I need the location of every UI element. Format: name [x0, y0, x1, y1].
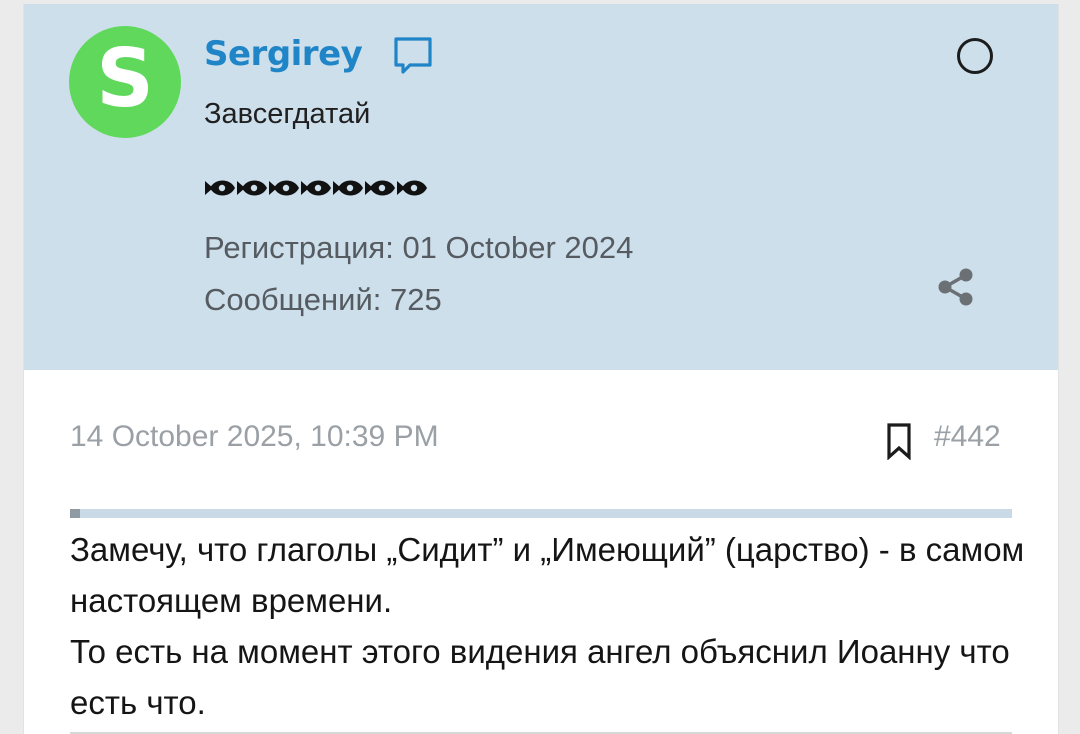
user-title: Завсегдатай [204, 98, 371, 130]
select-post-checkbox[interactable] [957, 38, 993, 74]
fish-icon [205, 180, 235, 196]
user-info-panel: S Sergirey Завсегдатай Регистрация: 01 O… [24, 4, 1058, 370]
post-body: Замечу, что глаголы „Сидит” и „Имеющий” … [70, 524, 1030, 728]
post-paragraph: Замечу, что глаголы „Сидит” и „Имеющий” … [70, 531, 1025, 619]
share-icon[interactable] [936, 267, 976, 307]
fish-icon [301, 180, 331, 196]
avatar[interactable]: S [69, 26, 181, 138]
fish-icon [397, 180, 427, 196]
fish-icon [365, 180, 395, 196]
post-date[interactable]: 14 October 2025, 10:39 PM [70, 420, 439, 454]
post-card: S Sergirey Завсегдатай Регистрация: 01 O… [23, 4, 1059, 734]
fish-icon [237, 180, 267, 196]
rank-fish-icons [205, 180, 427, 196]
post-paragraph: То есть на момент этого видения ангел об… [70, 633, 1010, 721]
chat-icon[interactable] [391, 34, 435, 78]
username-link[interactable]: Sergirey [204, 34, 363, 74]
fish-icon [333, 180, 363, 196]
quote-divider-mark [70, 509, 80, 518]
registration-date: Регистрация: 01 October 2024 [204, 230, 634, 265]
avatar-letter: S [96, 32, 154, 125]
bookmark-icon[interactable] [885, 422, 913, 460]
fish-icon [269, 180, 299, 196]
post-number-link[interactable]: #442 [934, 420, 1001, 454]
post-count: Сообщений: 725 [204, 282, 442, 317]
quote-divider [70, 509, 1012, 518]
